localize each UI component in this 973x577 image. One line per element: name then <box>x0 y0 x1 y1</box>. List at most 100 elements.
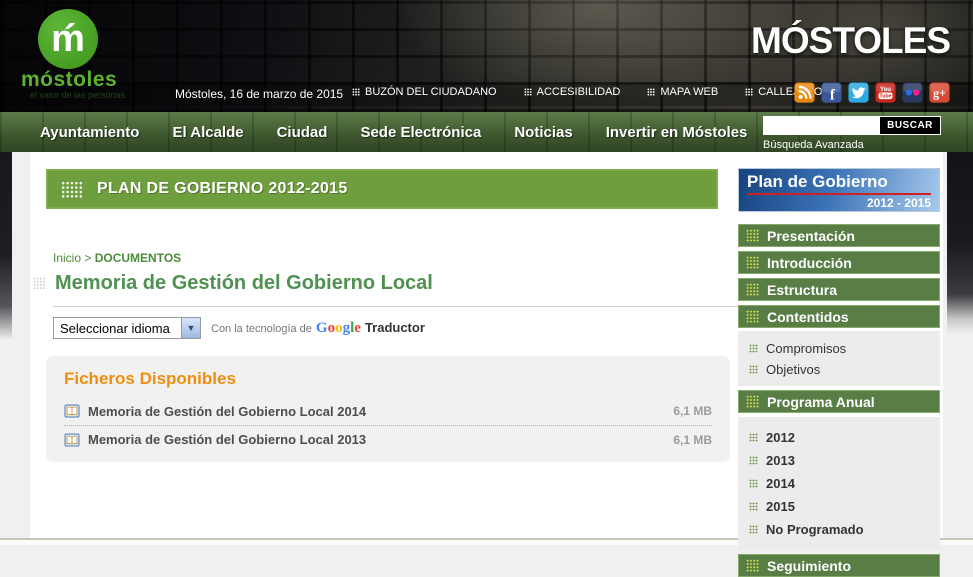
plan-banner-title: Plan de Gobierno <box>747 172 931 195</box>
site-title: MÓSTOLES <box>751 20 950 62</box>
search-area: BUSCAR Búsqueda Avanzada <box>763 116 941 151</box>
search-button[interactable]: BUSCAR <box>880 117 940 134</box>
current-date: Móstoles, 16 de marzo de 2015 <box>175 87 343 101</box>
plan-banner-years: 2012 - 2015 <box>747 196 931 210</box>
logo-initial: ḿ <box>51 20 85 58</box>
grid-icon <box>746 559 759 572</box>
file-label[interactable]: Memoria de Gestión del Gobierno Local 20… <box>88 404 366 419</box>
quick-links: BUZÓN DEL CIUDADANO ACCESIBILIDAD MAPA W… <box>352 86 822 98</box>
nav-item-noticias[interactable]: Noticias <box>514 124 572 141</box>
logo-wordmark: móstoles <box>21 68 117 92</box>
grid-icon <box>745 88 753 96</box>
sidebar-subitem-objetivos[interactable]: Objetivos <box>738 359 940 380</box>
translator-label: Traductor <box>365 320 425 335</box>
sidebar-item-contenidos[interactable]: Contentidos <box>738 305 940 328</box>
flickr-icon[interactable] <box>902 82 923 103</box>
book-icon <box>64 403 80 419</box>
link-mapa-web[interactable]: MAPA WEB <box>647 86 718 98</box>
sidebar-plan-banner[interactable]: Plan de Gobierno 2012 - 2015 <box>738 168 940 212</box>
language-select[interactable]: Seleccionar idioma ▼ <box>53 317 201 339</box>
grid-icon <box>749 502 758 511</box>
svg-text:g+: g+ <box>933 86 946 100</box>
mostoles-logo[interactable]: ḿ <box>38 9 98 69</box>
grid-icon <box>749 433 758 442</box>
google-logo: Google <box>316 320 361 337</box>
twitter-icon[interactable] <box>848 82 869 103</box>
svg-text:Tube: Tube <box>879 94 891 100</box>
link-accesibilidad[interactable]: ACCESIBILIDAD <box>524 86 621 98</box>
page-title-row: Memoria de Gestión del Gobierno Local <box>33 272 433 295</box>
link-buzon-del-ciudadano[interactable]: BUZÓN DEL CIUDADANO <box>352 86 497 98</box>
grid-icon <box>749 479 758 488</box>
grid-icon <box>33 277 46 290</box>
sidebar-item-presentacion[interactable]: Presentación <box>738 224 940 247</box>
sidebar-subitem-no-programado[interactable]: No Programado <box>738 518 940 541</box>
nav-item-ciudad[interactable]: Ciudad <box>277 124 328 141</box>
file-size: 6,1 MB <box>673 404 712 418</box>
sidebar-subitem-2015[interactable]: 2015 <box>738 495 940 518</box>
sidebar-item-programa-anual[interactable]: Programa Anual <box>738 390 940 413</box>
grid-icon <box>746 283 759 296</box>
search-input[interactable] <box>764 117 880 134</box>
sidebar-item-estructura[interactable]: Estructura <box>738 278 940 301</box>
grid-icon <box>749 344 758 353</box>
file-size: 6,1 MB <box>673 433 712 447</box>
sidebar: Plan de Gobierno 2012 - 2015 Presentació… <box>738 168 940 577</box>
page-title: Memoria de Gestión del Gobierno Local <box>55 272 433 295</box>
sidebar-submenu-contenidos: Compromisos Objetivos <box>738 331 940 386</box>
sidebar-subitem-compromisos[interactable]: Compromisos <box>738 338 940 359</box>
header-photo: ḿ móstoles el valor de las personas Móst… <box>0 0 973 112</box>
social-icons: f You Tube g+ <box>794 82 950 103</box>
google-plus-icon[interactable]: g+ <box>929 82 950 103</box>
breadcrumb-home[interactable]: Inicio <box>53 251 81 265</box>
grid-icon <box>749 365 758 374</box>
grid-icon <box>749 456 758 465</box>
svg-text:You: You <box>880 86 891 93</box>
nav-item-invertir-en-mostoles[interactable]: Invertir en Móstoles <box>606 124 748 141</box>
breadcrumb-separator: > <box>84 251 91 265</box>
rss-icon[interactable] <box>794 82 815 103</box>
sidebar-subitem-2013[interactable]: 2013 <box>738 449 940 472</box>
sidebar-subitem-2012[interactable]: 2012 <box>738 426 940 449</box>
grid-icon <box>746 256 759 269</box>
sidebar-submenu-programa-anual: 2012 2013 2014 2015 No Programado <box>738 417 940 550</box>
page-container: PLAN DE GOBIERNO 2012-2015 Inicio > DOCU… <box>30 152 943 538</box>
files-panel: Ficheros Disponibles Memoria de Gestión … <box>46 356 730 462</box>
section-banner: PLAN DE GOBIERNO 2012-2015 <box>46 169 718 209</box>
sidebar-item-introduccion[interactable]: Introducción <box>738 251 940 274</box>
logo-tagline: el valor de las personas <box>30 90 125 100</box>
youtube-icon[interactable]: You Tube <box>875 82 896 103</box>
translate-caption: Con la tecnología de Google Traductor <box>211 320 425 337</box>
photo-edge-left <box>0 152 12 340</box>
nav-item-sede-electronica[interactable]: Sede Electrónica <box>360 124 481 141</box>
file-label[interactable]: Memoria de Gestión del Gobierno Local 20… <box>88 432 366 447</box>
photo-edge-right <box>947 152 973 334</box>
grid-icon <box>352 88 360 96</box>
main-navigation: Ayuntamiento El Alcalde Ciudad Sede Elec… <box>0 112 973 152</box>
file-row-2013[interactable]: Memoria de Gestión del Gobierno Local 20… <box>64 425 712 453</box>
grid-icon <box>746 310 759 323</box>
advanced-search-link[interactable]: Búsqueda Avanzada <box>763 139 941 151</box>
grid-icon <box>524 88 532 96</box>
title-divider <box>53 306 758 307</box>
chevron-down-icon[interactable]: ▼ <box>181 318 200 338</box>
translate-widget: Seleccionar idioma ▼ Con la tecnología d… <box>53 317 425 339</box>
facebook-icon[interactable]: f <box>821 82 842 103</box>
grid-icon <box>746 229 759 242</box>
files-heading: Ficheros Disponibles <box>64 369 712 389</box>
grid-icon <box>61 181 83 198</box>
sidebar-subitem-2014[interactable]: 2014 <box>738 472 940 495</box>
nav-item-ayuntamiento[interactable]: Ayuntamiento <box>40 124 139 141</box>
grid-icon <box>647 88 655 96</box>
language-select-value: Seleccionar idioma <box>54 318 181 338</box>
grid-icon <box>749 525 758 534</box>
breadcrumb-current: DOCUMENTOS <box>95 251 181 265</box>
file-row-2014[interactable]: Memoria de Gestión del Gobierno Local 20… <box>64 397 712 425</box>
book-icon <box>64 432 80 448</box>
breadcrumb: Inicio > DOCUMENTOS <box>53 251 181 265</box>
section-banner-title: PLAN DE GOBIERNO 2012-2015 <box>97 180 348 198</box>
sidebar-item-seguimiento[interactable]: Seguimiento <box>738 554 940 577</box>
nav-item-el-alcalde[interactable]: El Alcalde <box>172 124 243 141</box>
powered-by-text: Con la tecnología de <box>211 323 312 335</box>
grid-icon <box>746 395 759 408</box>
